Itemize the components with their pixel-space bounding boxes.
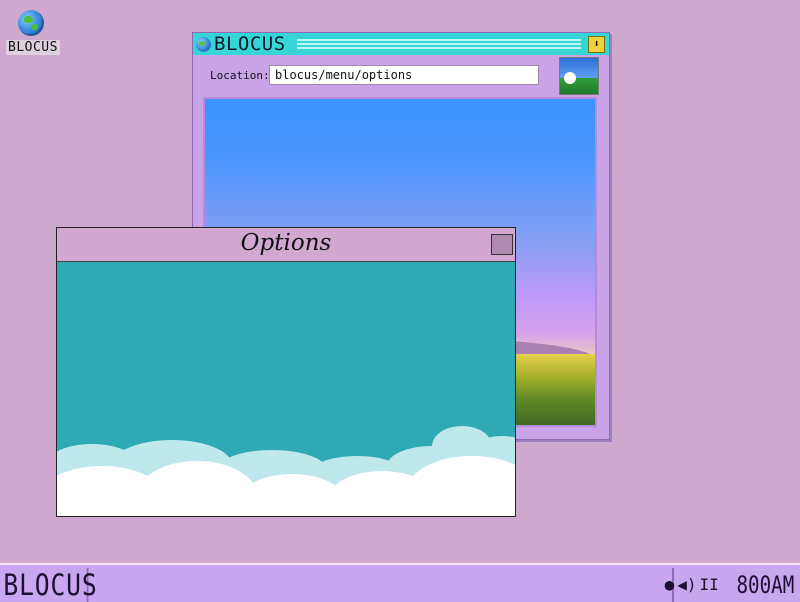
desktop-icon-blocus[interactable]: BLOCUS (6, 10, 60, 55)
taskbar: BLOCUS ● ◀) II 800AM (0, 563, 800, 602)
location-input[interactable] (269, 65, 539, 85)
title-bar-stripes (297, 37, 581, 51)
pause-icon[interactable]: II (699, 577, 718, 593)
location-label: Location: (210, 69, 270, 82)
close-button[interactable] (491, 234, 513, 255)
clouds-decoration (57, 426, 515, 516)
sun-icon (564, 72, 576, 84)
globe-icon (18, 10, 44, 36)
landscape-thumbnail-icon[interactable] (559, 57, 599, 95)
start-button[interactable]: BLOCUS (0, 568, 97, 602)
options-title: Options (240, 230, 332, 256)
browser-title: BLOCUS (214, 33, 286, 55)
balloon-icon[interactable]: ● (665, 577, 675, 593)
desktop-icon-label: BLOCUS (6, 40, 60, 55)
location-bar: Location: (193, 59, 609, 97)
options-title-bar[interactable]: Options (57, 228, 515, 262)
system-tray: ● ◀) II 800AM (665, 568, 800, 602)
browser-title-bar[interactable]: BLOCUS ⬇ (193, 33, 609, 55)
clock: 800AM (736, 571, 794, 599)
globe-icon (196, 36, 211, 52)
minimize-button[interactable]: ⬇ (588, 36, 605, 53)
options-window: Options (56, 227, 516, 517)
speaker-icon[interactable]: ◀) (677, 577, 696, 593)
